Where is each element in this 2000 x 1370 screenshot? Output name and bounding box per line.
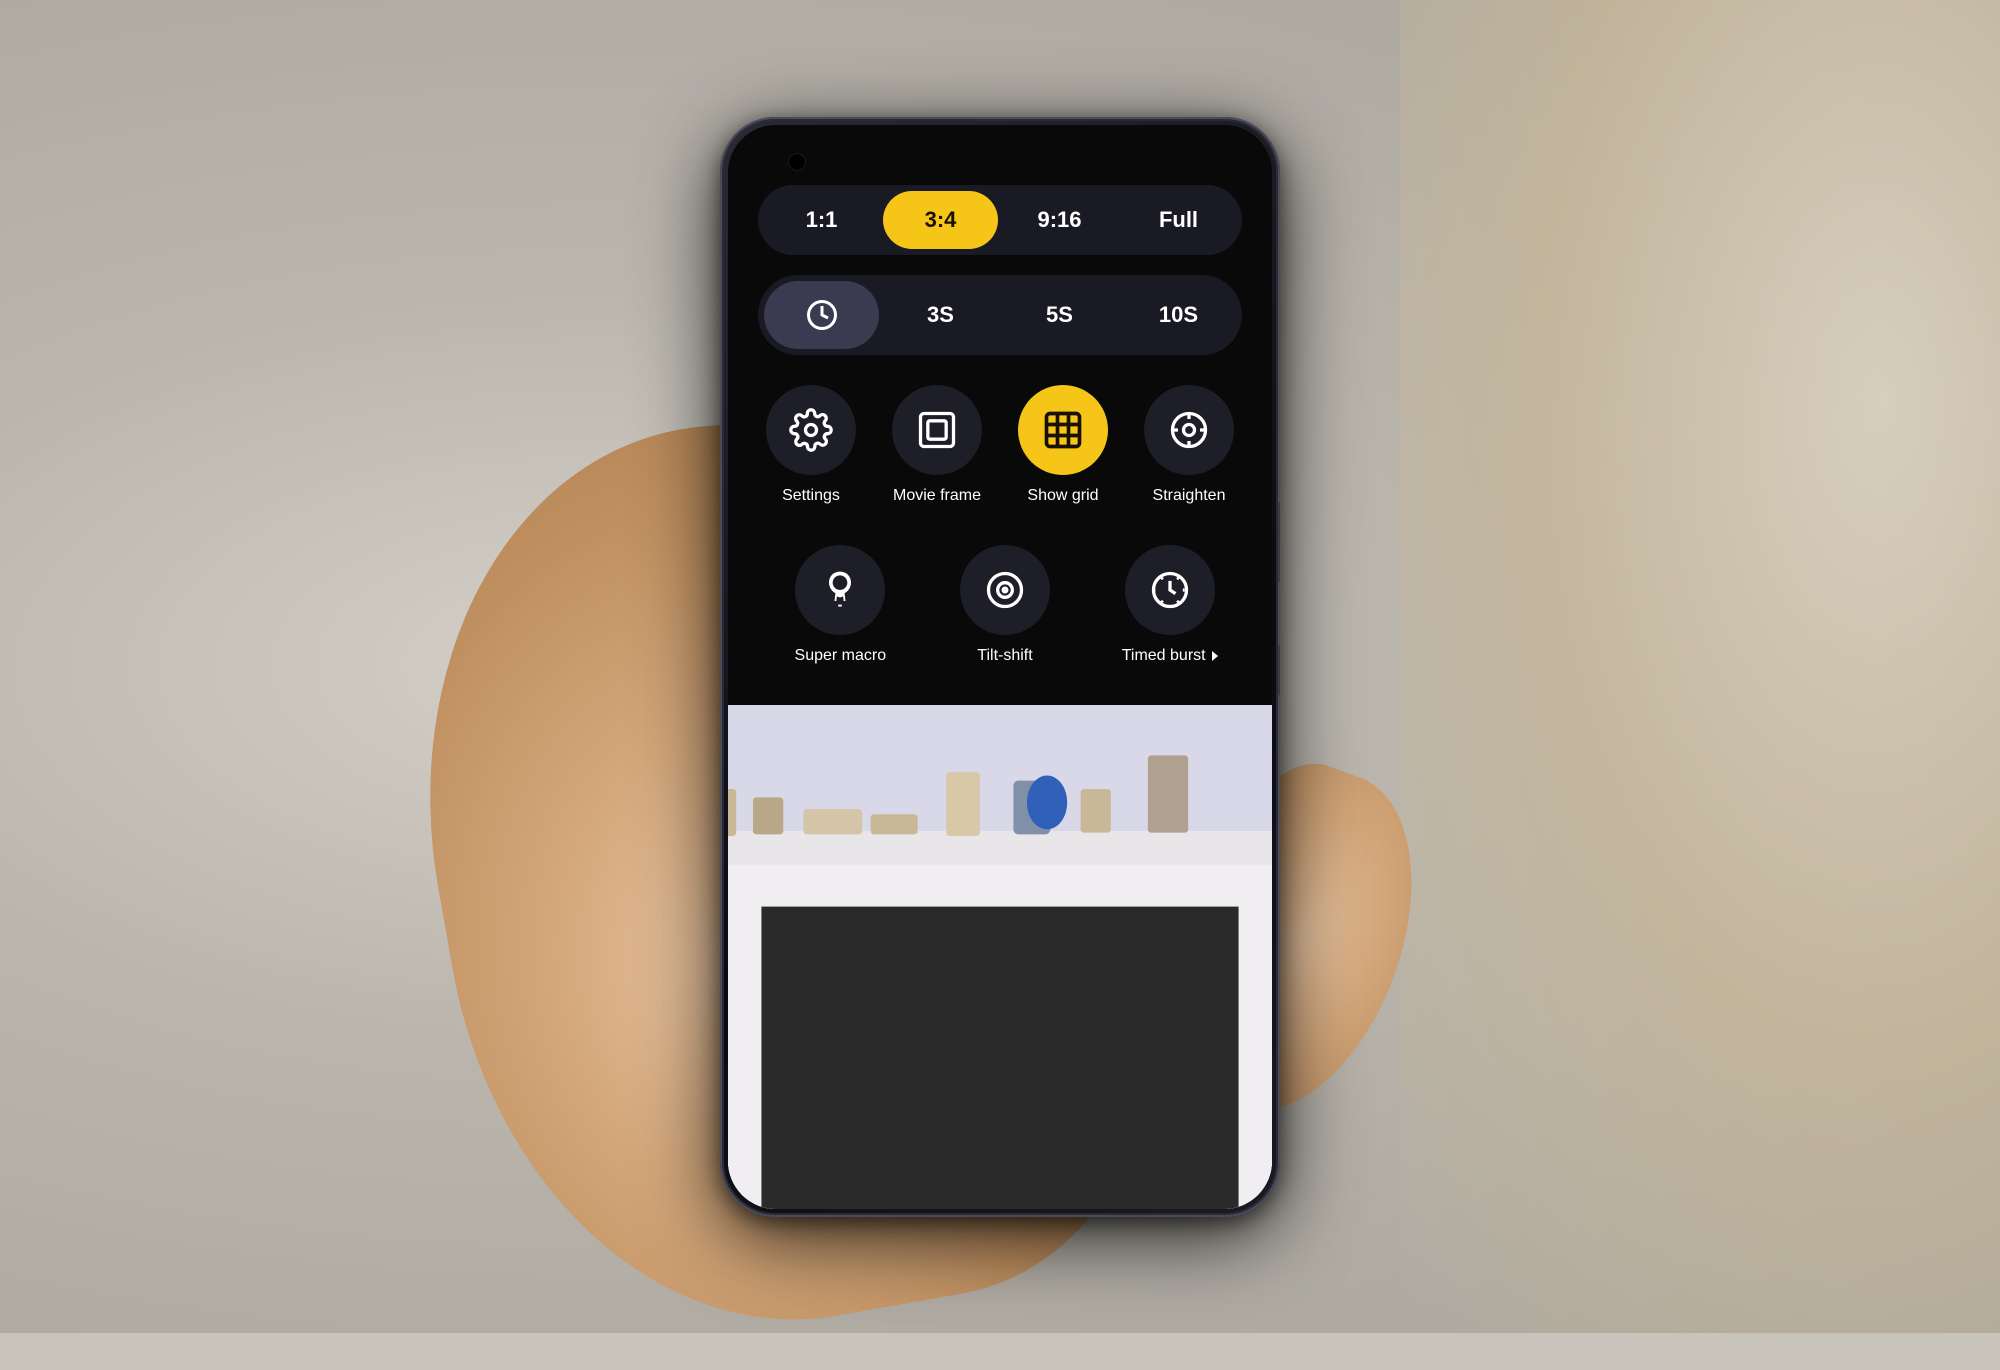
settings-icon-circle [766, 385, 856, 475]
show-grid-option[interactable]: Show grid [1010, 385, 1116, 505]
tilt-shift-label: Tilt-shift [977, 647, 1032, 665]
straighten-icon-circle [1144, 385, 1234, 475]
show-grid-icon [1041, 408, 1085, 452]
timed-burst-arrow [1212, 651, 1218, 661]
settings-icon [789, 408, 833, 452]
super-macro-label: Super macro [795, 647, 887, 665]
camera-options-row2: Super macro Tilt-shift [758, 535, 1242, 675]
ratio-3-4-button[interactable]: 3:4 [883, 191, 998, 249]
straighten-option[interactable]: Straighten [1136, 385, 1242, 505]
timed-burst-icon [1148, 568, 1192, 612]
movie-frame-option[interactable]: Movie frame [884, 385, 990, 505]
camera-settings-menu: 1:1 3:4 9:16 Full 3S 5S 10S [728, 125, 1272, 705]
timed-burst-label: Timed burst [1122, 647, 1206, 665]
ratio-9-16-button[interactable]: 9:16 [1002, 191, 1117, 249]
aspect-ratio-selector: 1:1 3:4 9:16 Full [758, 185, 1242, 255]
settings-label: Settings [782, 487, 840, 505]
movie-frame-icon-circle [892, 385, 982, 475]
viewfinder-scene [728, 705, 1272, 1209]
clock-icon [804, 297, 840, 333]
movie-frame-icon [915, 408, 959, 452]
volume-down-button[interactable] [1278, 645, 1280, 695]
phone: 1:1 3:4 9:16 Full 3S 5S 10S [720, 117, 1280, 1217]
timer-5s-button[interactable]: 5S [1002, 286, 1117, 344]
timed-burst-option[interactable]: Timed burst [1097, 545, 1242, 665]
timed-burst-label-wrapper: Timed burst [1122, 647, 1218, 665]
timer-selector: 3S 5S 10S [758, 275, 1242, 355]
straighten-label: Straighten [1153, 487, 1226, 505]
phone-screen: 1:1 3:4 9:16 Full 3S 5S 10S [728, 125, 1272, 1209]
super-macro-option[interactable]: Super macro [768, 545, 913, 665]
timed-burst-icon-circle [1125, 545, 1215, 635]
volume-up-button[interactable] [1278, 502, 1280, 582]
front-camera [788, 153, 806, 171]
timer-3s-button[interactable]: 3S [883, 286, 998, 344]
show-grid-label: Show grid [1027, 487, 1098, 505]
super-macro-icon [818, 568, 862, 612]
tilt-shift-option[interactable]: Tilt-shift [933, 545, 1078, 665]
ratio-1-1-button[interactable]: 1:1 [764, 191, 879, 249]
background-highlight [1400, 0, 2000, 1333]
camera-options-row1: Settings Movie frame [758, 375, 1242, 515]
show-grid-icon-circle [1018, 385, 1108, 475]
phone-wrapper: 1:1 3:4 9:16 Full 3S 5S 10S [720, 117, 1280, 1217]
straighten-icon [1167, 408, 1211, 452]
movie-frame-label: Movie frame [893, 487, 981, 505]
super-macro-icon-circle [795, 545, 885, 635]
settings-option[interactable]: Settings [758, 385, 864, 505]
timer-10s-button[interactable]: 10S [1121, 286, 1236, 344]
camera-viewfinder [728, 705, 1272, 1209]
tilt-shift-icon-circle [960, 545, 1050, 635]
ratio-full-button[interactable]: Full [1121, 191, 1236, 249]
timer-off-button[interactable] [764, 281, 879, 349]
tilt-shift-icon [983, 568, 1027, 612]
